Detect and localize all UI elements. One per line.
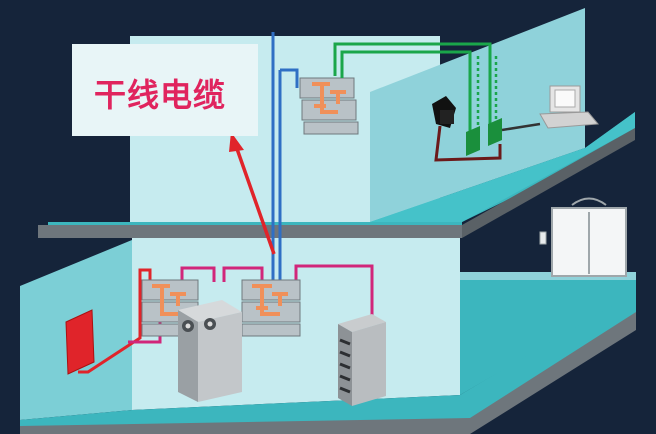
lower-patch-panel-right bbox=[241, 279, 301, 337]
patch-panel-icon bbox=[299, 77, 359, 135]
upper-floor-slab bbox=[38, 225, 462, 238]
upper-patch-panel bbox=[299, 77, 359, 135]
server-cabinet-icon bbox=[178, 300, 242, 402]
server-cabinet bbox=[178, 300, 242, 402]
building-cabling-diagram: 干线电缆 bbox=[0, 0, 656, 434]
network-rack-icon bbox=[338, 314, 386, 406]
elevator bbox=[539, 197, 627, 277]
patch-panel-icon bbox=[241, 279, 301, 337]
callout-label: 干线电缆 bbox=[94, 76, 227, 114]
network-rack bbox=[338, 314, 386, 406]
fire-alarm-box bbox=[65, 309, 95, 375]
fire-alarm-box-icon bbox=[65, 309, 95, 375]
trunk-cable-callout: 干线电缆 bbox=[72, 44, 258, 136]
elevator-icon bbox=[539, 197, 627, 277]
